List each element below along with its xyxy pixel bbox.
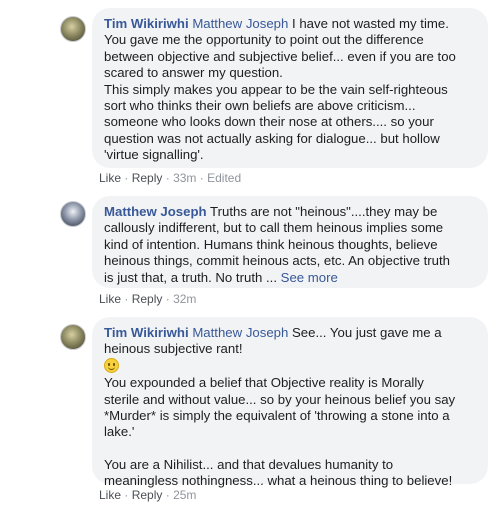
separator: · <box>165 171 170 185</box>
avatar[interactable] <box>60 324 86 350</box>
comment-text: question was not actually asking for dia… <box>104 130 440 146</box>
comment-text: *Murder* is simply the equivalent of 'th… <box>104 408 450 424</box>
comment-author[interactable]: Matthew Joseph <box>104 204 207 219</box>
comment-text: You are a Nihilist... and that devalues … <box>104 456 394 472</box>
edited-label[interactable]: Edited <box>207 171 241 185</box>
comment-text: heinous things, commit heinous acts, etc… <box>104 253 450 269</box>
timestamp[interactable]: 32m <box>173 292 196 306</box>
mention-link[interactable]: Matthew Joseph <box>192 325 288 340</box>
like-link[interactable]: Like <box>99 171 121 185</box>
see-more-link[interactable]: See more <box>281 270 338 285</box>
mention-link[interactable]: Matthew Joseph <box>192 16 288 31</box>
comment-text: You expounded a belief that Objective re… <box>104 375 424 391</box>
comment-bubble: Tim Wikiriwhi Matthew Joseph See... You … <box>92 317 488 488</box>
like-link[interactable]: Like <box>99 488 121 502</box>
timestamp[interactable]: 33m <box>173 171 196 185</box>
separator: · <box>165 292 170 306</box>
reply-link[interactable]: Reply <box>132 171 163 185</box>
comment-bubble: Tim Wikiriwhi Matthew Joseph I have not … <box>92 8 488 168</box>
comment-text: I have not wasted my time. <box>292 16 449 31</box>
like-link[interactable]: Like <box>99 292 121 306</box>
comment-text: sterile and without value... so by your … <box>104 391 456 407</box>
separator: · <box>124 292 129 306</box>
comment-first-line: Matthew Joseph Truths are not "heinous".… <box>104 204 476 220</box>
comment-text: 'virtue signalling'. <box>104 147 204 163</box>
separator: · <box>165 488 170 502</box>
comment-text: This simply makes you appear to be the v… <box>104 81 448 97</box>
timestamp[interactable]: 25m <box>173 488 196 502</box>
separator: · <box>199 171 204 185</box>
avatar[interactable] <box>60 201 86 227</box>
comment-text: heinous subjective rant! <box>104 341 243 357</box>
comment-text: someone who looks down their nose at oth… <box>104 114 434 130</box>
comment-last-line: is just that, a truth. No truth ... See … <box>104 270 476 286</box>
comment-text: See... You just gave me a <box>292 325 442 340</box>
comment-actions: Like · Reply · 33m · Edited <box>99 171 241 185</box>
reply-link[interactable]: Reply <box>132 488 163 502</box>
comment-text: You gave me the opportunity to point out… <box>104 32 424 48</box>
comment-text: kind of intention. Humans think heinous … <box>104 236 438 252</box>
comment-actions: Like · Reply · 32m <box>99 292 196 306</box>
comment-bubble: Matthew Joseph Truths are not "heinous".… <box>92 196 488 288</box>
slightly-smiling-face-icon <box>104 357 119 373</box>
comment-first-line: Tim Wikiriwhi Matthew Joseph I have not … <box>104 16 476 32</box>
reply-link[interactable]: Reply <box>132 292 163 306</box>
comment-text: callously indifferent, but to call them … <box>104 220 444 236</box>
comment-text: is just that, a truth. No truth ... <box>104 269 277 285</box>
avatar[interactable] <box>60 16 86 42</box>
comment-actions: Like · Reply · 25m <box>99 488 196 502</box>
separator: · <box>124 488 129 502</box>
comment-author[interactable]: Tim Wikiriwhi <box>104 16 189 31</box>
comment-first-line: Tim Wikiriwhi Matthew Joseph See... You … <box>104 325 476 341</box>
comment-text: lake.' <box>104 424 135 440</box>
comment-author[interactable]: Tim Wikiriwhi <box>104 325 189 340</box>
comment-text: Truths are not "heinous"....they may be <box>210 204 438 219</box>
separator: · <box>124 171 129 185</box>
emoji-line <box>104 357 476 375</box>
comment-text: scared to answer my question. <box>104 65 283 81</box>
comment-text: between objective and subjective belief.… <box>104 48 456 64</box>
comment-text: sort who thinks their own beliefs are ab… <box>104 98 416 114</box>
